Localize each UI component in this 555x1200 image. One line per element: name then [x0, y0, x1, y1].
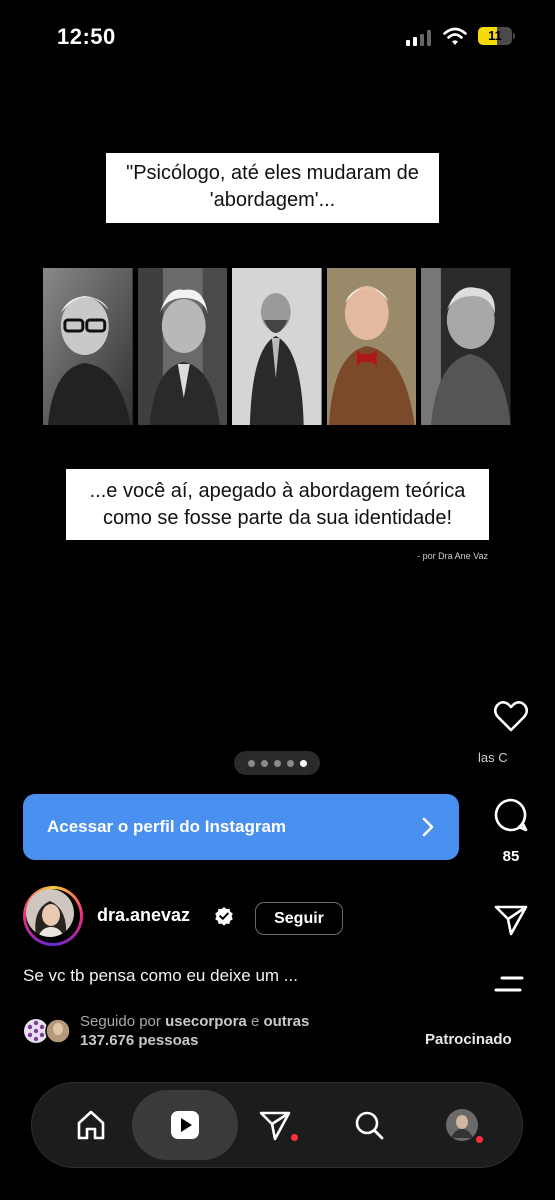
cta-label: Acessar o perfil do Instagram — [47, 817, 287, 836]
profile-avatar-icon — [446, 1109, 478, 1141]
verified-badge-icon — [215, 907, 233, 926]
reels-icon — [171, 1111, 199, 1139]
share-send-icon[interactable] — [492, 901, 530, 939]
more-options-icon[interactable] — [492, 965, 530, 1003]
carousel-indicator — [234, 751, 320, 775]
quote-top: "Psicólogo, até eles mudaram de 'abordag… — [106, 153, 439, 223]
wifi-icon — [443, 27, 467, 45]
followed-by-text: Seguido por usecorpora e outras 137.676 … — [80, 1012, 309, 1050]
carousel-dot — [273, 759, 281, 767]
profile-username[interactable]: dra.anevaz — [97, 905, 190, 926]
comment-icon[interactable] — [492, 796, 530, 834]
portrait-photo-5 — [421, 268, 511, 425]
followed-user[interactable]: usecorpora — [165, 1013, 247, 1030]
send-icon — [259, 1111, 291, 1141]
comment-count: 85 — [502, 848, 520, 865]
carousel-dot — [286, 759, 294, 767]
nav-home[interactable] — [51, 1083, 131, 1167]
battery-icon: 11 — [478, 27, 512, 45]
visit-profile-cta-button[interactable]: Acessar o perfil do Instagram — [23, 794, 459, 860]
portrait-photo-1 — [43, 268, 133, 425]
followed-prefix: Seguido por — [80, 1013, 166, 1030]
followed-count: 137.676 pessoas — [80, 1032, 199, 1049]
carousel-dot — [260, 759, 268, 767]
nav-search[interactable] — [329, 1083, 409, 1167]
carousel-dot — [247, 759, 255, 767]
post-credit: - por Dra Ane Vaz — [417, 551, 488, 561]
status-time: 12:50 — [57, 24, 116, 49]
profile-badge-dot — [476, 1136, 483, 1143]
portraits-strip — [43, 268, 511, 425]
battery-tip — [513, 33, 515, 39]
followed-by-avatars — [24, 1018, 71, 1044]
battery-level: 11 — [488, 28, 502, 43]
nav-reels[interactable] — [145, 1083, 225, 1167]
likes-label: las C — [478, 750, 508, 765]
followed-others[interactable]: outras — [263, 1013, 309, 1030]
nav-profile[interactable] — [422, 1083, 502, 1167]
messages-badge-dot — [291, 1134, 298, 1141]
quote-bottom: ...e você aí, apegado à abordagem teóric… — [66, 469, 489, 540]
portrait-photo-2 — [137, 268, 228, 425]
carousel-dot-active — [299, 759, 307, 767]
search-icon — [355, 1111, 384, 1140]
portrait-photo-3 — [232, 268, 322, 425]
cellular-signal-icon — [406, 30, 434, 46]
post-caption[interactable]: Se vc tb pensa como eu deixe um ... — [23, 966, 298, 986]
chevron-right-icon — [422, 817, 434, 837]
like-heart-icon[interactable] — [492, 697, 530, 735]
sponsored-label: Patrocinado — [425, 1031, 512, 1048]
portrait-photo-4 — [326, 268, 417, 425]
home-icon — [77, 1110, 105, 1140]
nav-messages[interactable] — [235, 1083, 315, 1167]
profile-avatar[interactable] — [23, 886, 83, 946]
follow-button[interactable]: Seguir — [255, 902, 343, 935]
followed-mid: e — [246, 1013, 264, 1030]
